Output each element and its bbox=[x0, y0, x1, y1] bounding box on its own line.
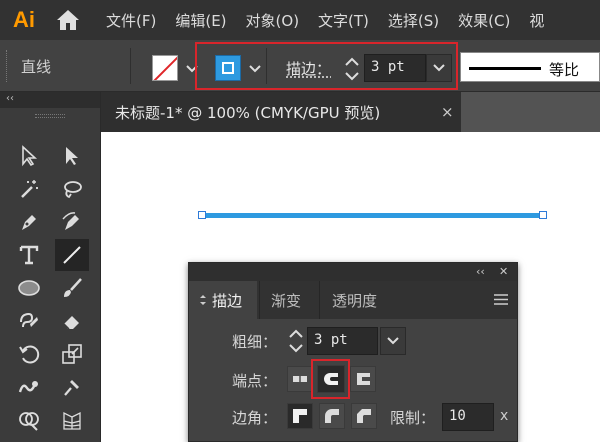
menu-type[interactable]: 文字(T) bbox=[318, 10, 369, 31]
tab-stroke-label: 描边 bbox=[212, 291, 243, 310]
scale-tool-icon[interactable] bbox=[55, 338, 89, 370]
expand-options-icon[interactable] bbox=[199, 294, 207, 306]
type-tool-icon[interactable] bbox=[12, 239, 46, 271]
projecting-cap-button[interactable] bbox=[350, 366, 376, 392]
miter-join-button[interactable] bbox=[287, 403, 313, 429]
cap-label: 端点： bbox=[232, 372, 278, 390]
document-tab[interactable]: 未标题-1* @ 100% (CMYK/GPU 预览) × bbox=[101, 92, 461, 132]
menu-file[interactable]: 文件(F) bbox=[106, 10, 156, 31]
warp-tool-icon[interactable] bbox=[12, 371, 46, 403]
anchor-point-start[interactable] bbox=[198, 211, 206, 219]
corner-label: 边角： bbox=[232, 409, 278, 427]
object-type-label: 直线 bbox=[21, 58, 52, 76]
highlight-box-stroke bbox=[195, 42, 458, 90]
pen-tool-icon[interactable] bbox=[12, 206, 46, 238]
weight-spinner-icon[interactable] bbox=[286, 326, 306, 356]
stroke-panel-titlebar[interactable]: ‹‹ ✕ bbox=[189, 263, 517, 281]
perspective-grid-tool-icon[interactable] bbox=[55, 404, 89, 436]
control-bar-grip[interactable] bbox=[6, 50, 9, 82]
miter-limit-input[interactable]: 10 bbox=[442, 403, 494, 431]
anchor-point-end[interactable] bbox=[539, 211, 547, 219]
tab-divider bbox=[259, 281, 260, 319]
app-logo: Ai bbox=[13, 7, 35, 32]
weight-input[interactable]: 3 pt bbox=[307, 327, 378, 355]
round-join-icon bbox=[325, 409, 339, 423]
tools-panel-header: ‹‹ bbox=[0, 92, 100, 108]
highlight-box-cap bbox=[311, 359, 350, 399]
selection-tool-icon[interactable] bbox=[55, 140, 89, 172]
bevel-join-icon bbox=[357, 409, 371, 423]
menu-bar: Ai 文件(F) 编辑(E) 对象(O) 文字(T) 选择(S) 效果(C) 视 bbox=[0, 0, 600, 40]
rotate-tool-icon[interactable] bbox=[12, 338, 46, 370]
direct-selection-tool-icon[interactable] bbox=[12, 140, 46, 172]
collapse-icon[interactable]: ‹‹ bbox=[6, 93, 14, 104]
document-tab-title: 未标题-1* @ 100% (CMYK/GPU 预览) bbox=[115, 103, 381, 122]
bevel-join-button[interactable] bbox=[351, 403, 377, 429]
ellipse-tool-icon[interactable] bbox=[12, 272, 46, 304]
butt-cap-icon bbox=[293, 374, 307, 384]
tab-divider bbox=[319, 281, 320, 319]
close-tab-icon[interactable]: × bbox=[441, 103, 454, 121]
chevron-down-icon bbox=[387, 337, 399, 345]
shape-builder-tool-icon[interactable] bbox=[12, 404, 46, 436]
panel-close-icon[interactable]: ✕ bbox=[499, 265, 508, 278]
curvature-tool-icon[interactable] bbox=[55, 206, 89, 238]
tab-transparency[interactable]: 透明度 bbox=[332, 281, 377, 319]
lasso-tool-icon[interactable] bbox=[55, 173, 89, 205]
menu-effect[interactable]: 效果(C) bbox=[458, 10, 510, 31]
magic-wand-tool-icon[interactable] bbox=[12, 173, 46, 205]
tools-panel-grip[interactable] bbox=[35, 114, 65, 118]
weight-dropdown[interactable] bbox=[380, 327, 406, 355]
fill-none-swatch[interactable] bbox=[152, 55, 178, 81]
weight-label: 粗细： bbox=[232, 333, 278, 351]
home-icon[interactable] bbox=[48, 0, 88, 40]
shaper-tool-icon[interactable] bbox=[12, 305, 46, 337]
paintbrush-tool-icon[interactable] bbox=[55, 272, 89, 304]
miter-join-icon bbox=[293, 409, 307, 423]
selected-line-path[interactable] bbox=[202, 213, 542, 218]
document-tab-bar: 未标题-1* @ 100% (CMYK/GPU 预览) × bbox=[101, 92, 600, 132]
panel-menu-icon[interactable] bbox=[493, 293, 509, 306]
menu-object[interactable]: 对象(O) bbox=[246, 10, 300, 31]
tab-transparency-label: 透明度 bbox=[332, 291, 378, 310]
eraser-tool-icon[interactable] bbox=[55, 305, 89, 337]
limit-label: 限制： bbox=[390, 409, 436, 427]
line-segment-tool-icon[interactable] bbox=[55, 239, 89, 271]
profile-line-preview bbox=[469, 67, 541, 70]
stroke-panel-tabs: 描边 渐变 透明度 bbox=[189, 281, 517, 319]
menu-select[interactable]: 选择(S) bbox=[388, 10, 439, 31]
projecting-cap-icon bbox=[357, 373, 370, 385]
panel-collapse-icon[interactable]: ‹‹ bbox=[476, 265, 485, 278]
profile-label: 等比 bbox=[549, 61, 580, 79]
butt-cap-button[interactable] bbox=[287, 366, 313, 392]
tab-gradient[interactable]: 渐变 bbox=[271, 281, 301, 319]
menu-view[interactable]: 视 bbox=[529, 10, 544, 31]
limit-unit: x bbox=[500, 408, 509, 424]
round-join-button[interactable] bbox=[319, 403, 345, 429]
puppet-warp-tool-icon[interactable] bbox=[55, 371, 89, 403]
variable-width-profile[interactable]: 等比 bbox=[460, 52, 600, 82]
tab-gradient-label: 渐变 bbox=[271, 291, 302, 310]
divider bbox=[130, 48, 131, 84]
tab-stroke[interactable]: 描边 bbox=[189, 281, 257, 319]
menu-edit[interactable]: 编辑(E) bbox=[175, 10, 226, 31]
